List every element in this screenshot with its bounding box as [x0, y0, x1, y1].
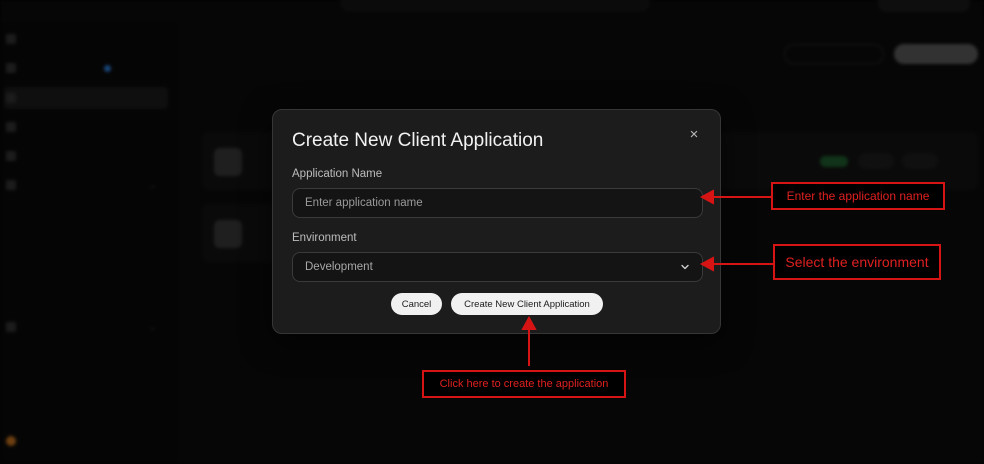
cancel-button[interactable]: Cancel — [391, 293, 442, 315]
create-client-application-dialog: Create New Client Application × Applicat… — [272, 109, 721, 334]
environment-label: Environment — [292, 232, 357, 244]
annotation-environment-hint: Select the environment — [773, 244, 941, 280]
create-application-button[interactable]: Create New Client Application — [451, 293, 603, 315]
environment-select[interactable]: Development — [292, 252, 703, 282]
dialog-title: Create New Client Application — [292, 130, 544, 151]
annotation-name-hint: Enter the application name — [771, 182, 945, 210]
close-icon[interactable]: × — [687, 127, 701, 142]
application-name-input[interactable] — [292, 188, 703, 218]
application-name-label: Application Name — [292, 168, 383, 180]
environment-selected-value: Development — [305, 261, 373, 273]
chevron-down-icon — [681, 264, 689, 270]
annotation-create-hint: Click here to create the application — [422, 370, 626, 398]
